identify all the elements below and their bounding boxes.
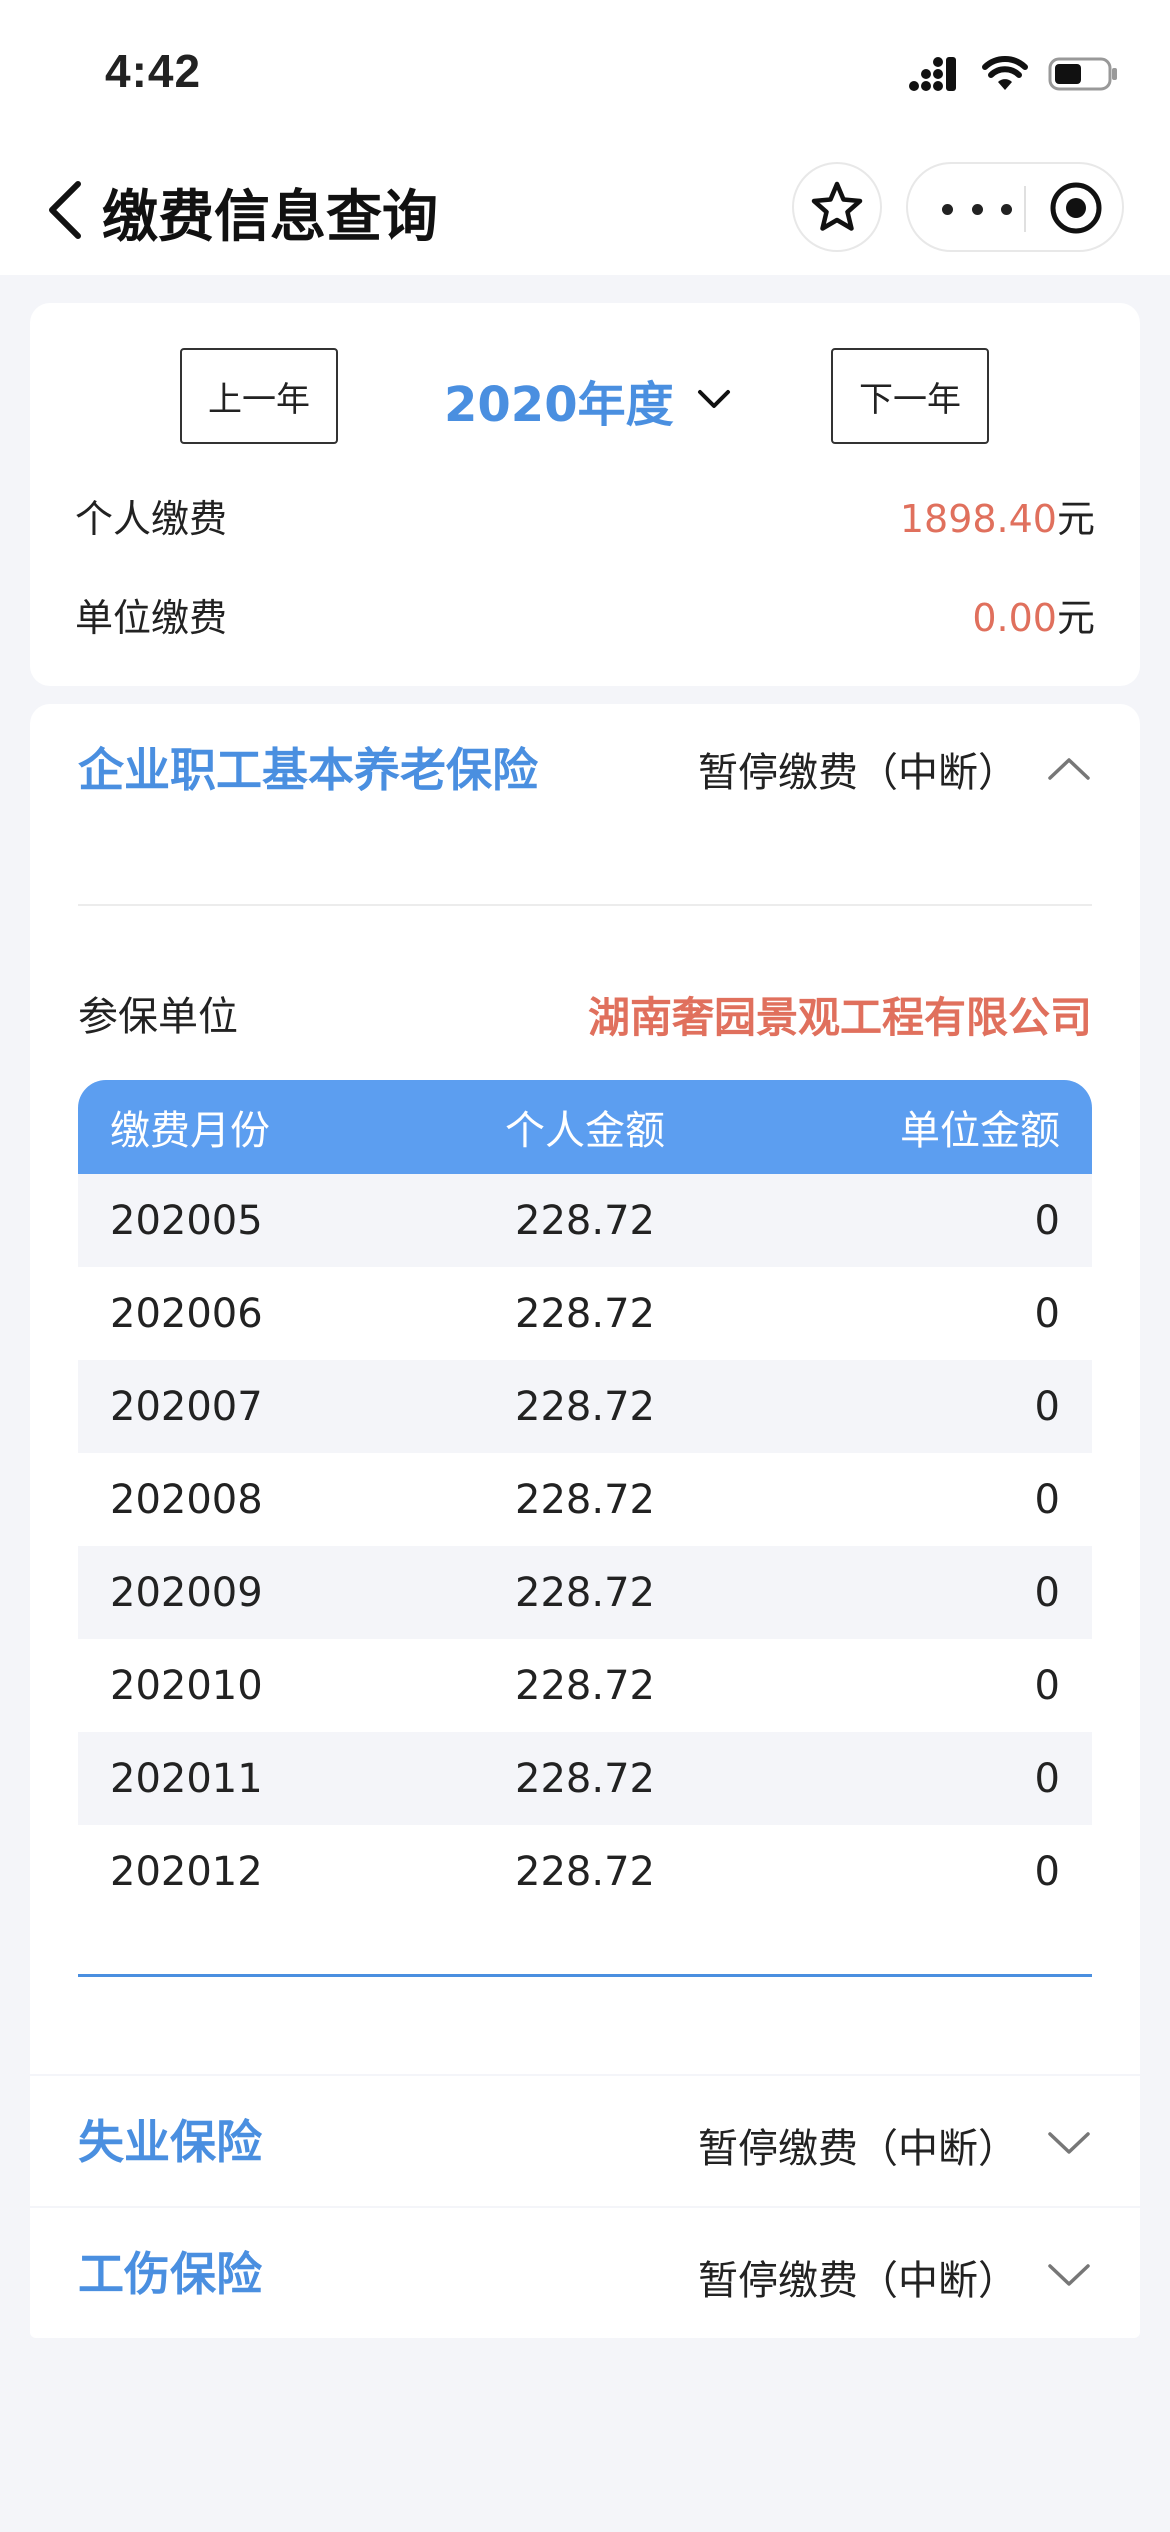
employer-name: 湖南奢园景观工程有限公司 — [587, 993, 1092, 1042]
cell-personal: 228.72 — [515, 1383, 655, 1430]
section-title[interactable]: 失业保险 — [78, 2106, 262, 2178]
unit-payment-label: 单位缴费 — [75, 595, 228, 640]
personal-payment-label: 个人缴费 — [75, 496, 228, 541]
mini-program-capsule — [906, 162, 1124, 252]
section-status: 暂停缴费（中断） — [698, 2126, 1018, 2172]
column-header-personal: 个人金额 — [505, 1108, 665, 1154]
table-row: 202006 228.72 0 — [78, 1267, 1092, 1360]
cell-month: 202005 — [110, 1197, 263, 1244]
table-row: 202011 228.72 0 — [78, 1732, 1092, 1825]
column-header-unit: 单位金额 — [900, 1108, 1060, 1154]
cellular-signal-icon — [909, 57, 956, 91]
year-label: 2020年度 — [444, 377, 674, 433]
personal-payment-row: 个人缴费 1898.40元 — [75, 485, 1095, 545]
cell-unit: 0 — [1034, 1383, 1060, 1430]
record-target-icon[interactable] — [1048, 180, 1104, 236]
status-icons — [908, 52, 1118, 96]
column-header-month: 缴费月份 — [110, 1108, 270, 1154]
table-row: 202009 228.72 0 — [78, 1546, 1092, 1639]
cell-unit: 0 — [1034, 1755, 1060, 1802]
cell-month: 202010 — [110, 1662, 263, 1709]
chevron-down-icon[interactable] — [1046, 2128, 1092, 2158]
cell-personal: 228.72 — [515, 1290, 655, 1337]
cell-month: 202006 — [110, 1290, 263, 1337]
page-title: 缴费信息查询 — [102, 185, 438, 250]
cell-month: 202008 — [110, 1476, 263, 1523]
cell-personal: 228.72 — [515, 1476, 655, 1523]
cell-month: 202012 — [110, 1848, 263, 1895]
section-title[interactable]: 企业职工基本养老保险 — [78, 734, 548, 806]
cell-personal: 228.72 — [515, 1197, 655, 1244]
injury-insurance-section[interactable]: 工伤保险 暂停缴费（中断） — [30, 2208, 1140, 2338]
chevron-down-icon[interactable] — [1046, 2260, 1092, 2290]
cell-month: 202009 — [110, 1569, 263, 1616]
prev-year-button[interactable]: 上一年 — [180, 348, 338, 444]
more-dots-icon[interactable] — [942, 192, 1012, 226]
payment-table: 缴费月份 个人金额 单位金额 202005 228.72 0 202006 22… — [78, 1080, 1092, 1918]
table-body: 202005 228.72 0 202006 228.72 0 202007 2… — [78, 1174, 1092, 1918]
cell-personal: 228.72 — [515, 1569, 655, 1616]
table-header: 缴费月份 个人金额 单位金额 — [78, 1080, 1092, 1174]
status-time: 4:42 — [105, 45, 202, 97]
next-year-button[interactable]: 下一年 — [831, 348, 989, 444]
table-row: 202010 228.72 0 — [78, 1639, 1092, 1732]
chevron-down-icon — [697, 390, 730, 408]
year-selector[interactable]: 2020年度 — [444, 365, 732, 435]
status-bar: 4:42 — [0, 0, 1170, 150]
section-title[interactable]: 工伤保险 — [78, 2238, 262, 2310]
cell-unit: 0 — [1034, 1662, 1060, 1709]
cell-personal: 228.72 — [515, 1848, 655, 1895]
chevron-up-icon[interactable] — [1046, 754, 1092, 784]
cell-unit: 0 — [1034, 1476, 1060, 1523]
employer-label: 参保单位 — [78, 994, 238, 1040]
battery-icon — [1048, 57, 1117, 91]
pension-insurance-section: 企业职工基本养老保险 暂停缴费（中断） 参保单位 湖南奢园景观工程有限公司 缴费… — [30, 704, 1140, 2074]
section-divider — [78, 904, 1092, 906]
capsule-divider — [1024, 186, 1026, 232]
summary-card: 上一年 2020年度 下一年 个人缴费 1898.40元 单位缴费 0.00元 — [30, 303, 1140, 686]
unit-payment-amount: 0.00元 — [972, 595, 1095, 640]
nav-bar: 缴费信息查询 — [0, 150, 1170, 275]
table-row: 202012 228.72 0 — [78, 1825, 1092, 1918]
cell-month: 202011 — [110, 1755, 263, 1802]
section-status: 暂停缴费（中断） — [698, 2258, 1018, 2304]
table-row: 202008 228.72 0 — [78, 1453, 1092, 1546]
back-chevron-icon — [49, 181, 81, 239]
cell-unit: 0 — [1034, 1197, 1060, 1244]
personal-payment-amount: 1898.40元 — [899, 496, 1095, 541]
cell-personal: 228.72 — [515, 1755, 655, 1802]
cell-month: 202007 — [110, 1383, 263, 1430]
wifi-icon — [982, 56, 1028, 90]
cell-unit: 0 — [1034, 1848, 1060, 1895]
table-row: 202007 228.72 0 — [78, 1360, 1092, 1453]
unit-payment-row: 单位缴费 0.00元 — [75, 584, 1095, 644]
back-button[interactable] — [42, 170, 102, 250]
star-icon — [811, 181, 863, 231]
favorite-button[interactable] — [792, 162, 882, 252]
unemployment-insurance-section[interactable]: 失业保险 暂停缴费（中断） — [30, 2076, 1140, 2206]
cell-personal: 228.72 — [515, 1662, 655, 1709]
section-status: 暂停缴费（中断） — [698, 750, 1018, 796]
table-bottom-line — [78, 1974, 1092, 1977]
cell-unit: 0 — [1034, 1290, 1060, 1337]
table-row: 202005 228.72 0 — [78, 1174, 1092, 1267]
cell-unit: 0 — [1034, 1569, 1060, 1616]
